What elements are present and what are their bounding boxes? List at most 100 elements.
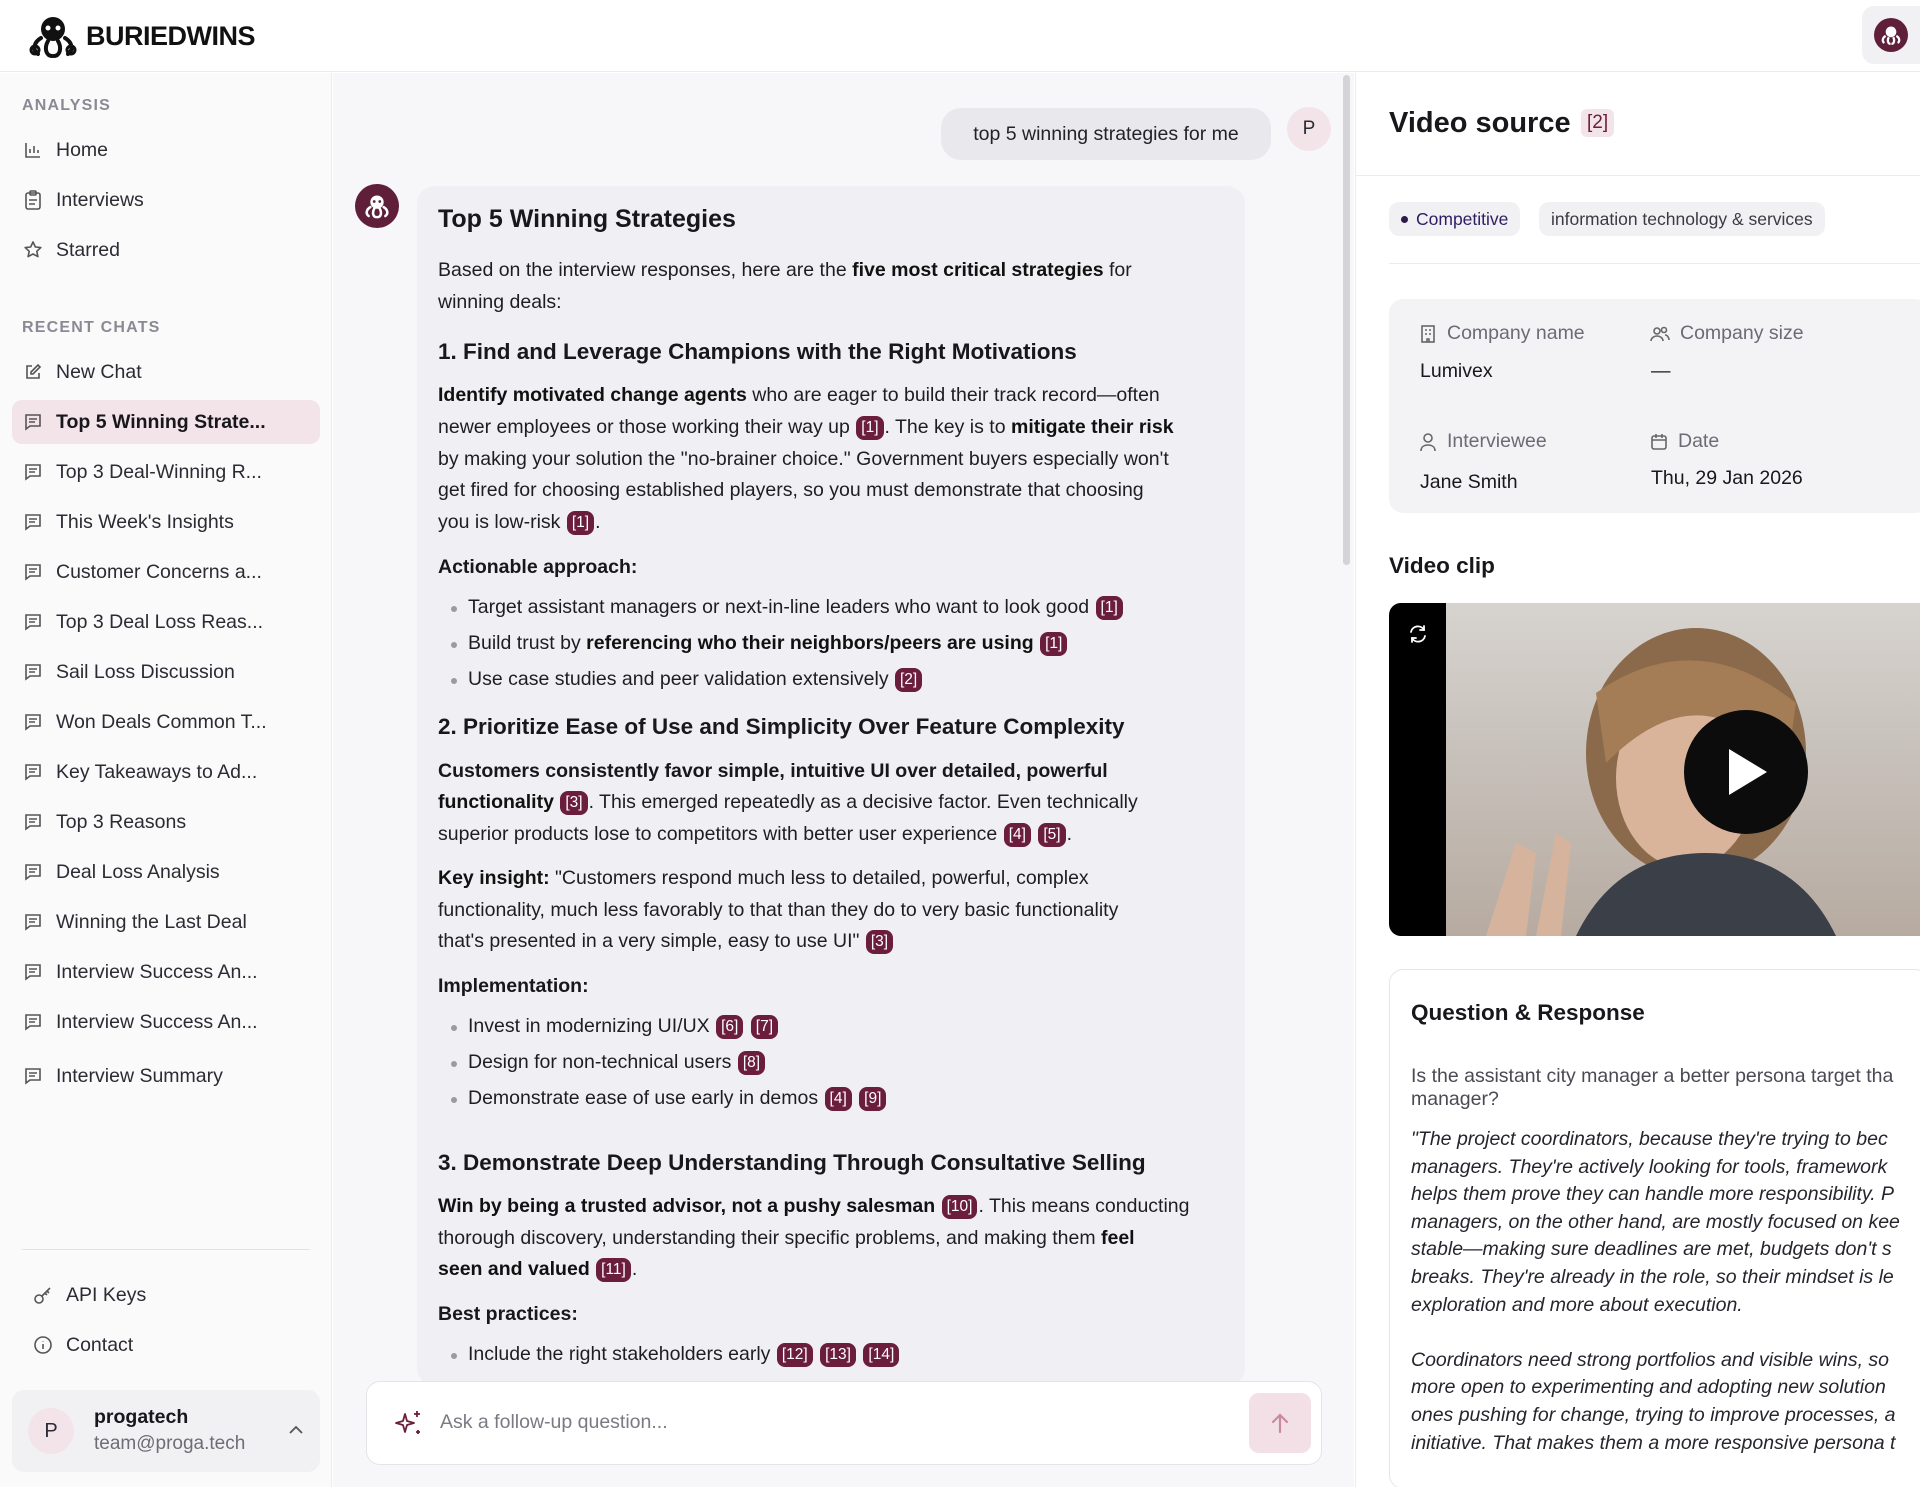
user-message-avatar: P: [1287, 107, 1331, 151]
paragraph-line: thorough discovery, understanding their …: [438, 1227, 1135, 1249]
chevron-up-icon: [288, 1422, 304, 1440]
api-keys-link[interactable]: API Keys: [22, 1273, 330, 1317]
paragraph-line: functionality, much less favorably to th…: [438, 899, 1119, 921]
recent-chat-item[interactable]: Interview Success An...: [12, 1000, 320, 1044]
citation-badge[interactable]: [5]: [1038, 823, 1066, 847]
recent-chat-label: This Week's Insights: [56, 510, 234, 533]
citation-badge[interactable]: [6]: [716, 1015, 744, 1039]
recent-chat-item[interactable]: Top 5 Winning Strate...: [12, 400, 320, 444]
recent-chat-item[interactable]: Top 3 Deal-Winning R...: [12, 450, 320, 494]
interview-response-line: breaks. They're already in the role, so …: [1411, 1266, 1894, 1288]
arrow-up-icon: [1271, 1413, 1289, 1434]
interview-question: Is the assistant city manager a better p…: [1411, 1065, 1894, 1110]
top-bar: BURIEDWINS: [0, 0, 1920, 72]
chat-scrollbar[interactable]: [1343, 75, 1350, 565]
recent-chat-label: Top 3 Reasons: [56, 810, 187, 833]
message-square-icon: [22, 661, 44, 683]
refresh-icon[interactable]: [1407, 623, 1429, 650]
interview-response-line: Coordinators need strong portfolios and …: [1411, 1348, 1890, 1371]
play-button[interactable]: [1684, 710, 1808, 834]
new-chat-button[interactable]: New Chat: [12, 350, 320, 394]
sparkle-icon: [393, 1408, 425, 1445]
date-value: Thu, 29 Jan 2026: [1651, 467, 1803, 489]
recent-chat-label: Winning the Last Deal: [56, 910, 247, 933]
key-icon: [32, 1284, 54, 1306]
recent-chat-item[interactable]: Deal Loss Analysis: [12, 850, 320, 894]
citation-badge[interactable]: [13]: [820, 1343, 856, 1367]
user-avatar: P: [28, 1408, 74, 1454]
nav-interviews[interactable]: Interviews: [12, 178, 320, 222]
recent-chat-item[interactable]: Top 3 Deal Loss Reas...: [12, 600, 320, 644]
citation-badge[interactable]: [1]: [1095, 596, 1123, 620]
citation-badge[interactable]: [2]: [895, 668, 923, 692]
panel-title: Video source: [1389, 107, 1571, 139]
person-icon: [1420, 432, 1436, 451]
citation-badge[interactable]: [11]: [596, 1258, 631, 1282]
contact-link[interactable]: Contact: [22, 1323, 330, 1367]
interview-response-line: initiative. That makes them a more respo…: [1411, 1431, 1896, 1454]
recent-chat-item[interactable]: This Week's Insights: [12, 500, 320, 544]
recent-chat-label: Top 5 Winning Strate...: [56, 410, 266, 433]
contact-label: Contact: [66, 1333, 134, 1356]
citation-badge[interactable]: [1]: [566, 511, 595, 535]
video-player[interactable]: [1389, 603, 1920, 936]
company-name-label: Company name: [1419, 322, 1585, 345]
subheading: Actionable approach:: [438, 556, 638, 578]
follow-up-input[interactable]: Ask a follow-up question...: [440, 1411, 668, 1434]
citation-badge[interactable]: [12]: [776, 1343, 813, 1367]
paragraph-line: by making your solution the "no-brainer …: [438, 448, 1169, 470]
nav-starred[interactable]: Starred: [12, 228, 320, 272]
recent-chat-item[interactable]: Top 3 Reasons: [12, 800, 320, 844]
octopus-avatar-icon: [1874, 18, 1908, 52]
sidebar-divider: [22, 1249, 310, 1250]
account-avatar-button[interactable]: [1862, 6, 1920, 64]
paragraph-line: seen and valued [11].: [438, 1258, 638, 1282]
question-response-card: Question & Response Is the assistant cit…: [1389, 969, 1920, 1487]
interview-metadata: Company name Lumivex Company size — Inte…: [1389, 299, 1920, 513]
recent-chat-item[interactable]: Sail Loss Discussion: [12, 650, 320, 694]
play-icon: [1729, 749, 1767, 795]
paragraph-line: superior products lose to competitors wi…: [438, 823, 1073, 847]
send-button[interactable]: [1249, 1393, 1311, 1453]
section-heading: 1. Find and Leverage Champions with the …: [438, 339, 1077, 364]
message-square-icon: [22, 761, 44, 783]
message-square-icon: [22, 1065, 44, 1087]
interview-response-line: managers, on the other hand, are mostly …: [1411, 1210, 1900, 1233]
star-icon: [22, 239, 44, 261]
message-square-icon: [22, 611, 44, 633]
citation-badge[interactable]: [3]: [865, 930, 894, 954]
bullet-item: Design for non-technical users [8]: [468, 1051, 766, 1075]
recent-chat-item[interactable]: Customer Concerns a...: [12, 550, 320, 594]
citation-badge[interactable]: [4]: [1003, 823, 1031, 847]
interview-response-line: managers. They're actively looking for t…: [1411, 1155, 1888, 1178]
citation-badge[interactable]: [7]: [750, 1015, 778, 1039]
answer-intro-line: winning deals:: [438, 291, 562, 313]
recent-chat-item[interactable]: Won Deals Common T...: [12, 700, 320, 744]
paragraph-line: Win by being a trusted advisor, not a pu…: [438, 1195, 1190, 1219]
citation-badge[interactable]: [3]: [560, 791, 588, 815]
bullet-item: Build trust by referencing who their nei…: [468, 632, 1068, 656]
recent-chat-label: Won Deals Common T...: [56, 710, 267, 733]
citation-badge[interactable]: [1]: [856, 416, 884, 440]
message-square-icon: [22, 911, 44, 933]
citation-badge[interactable]: [9]: [859, 1087, 887, 1111]
recent-chat-label: Interview Success An...: [56, 1010, 258, 1033]
recent-chat-item[interactable]: Winning the Last Deal: [12, 900, 320, 944]
citation-badge[interactable]: [4]: [824, 1087, 852, 1111]
recent-chat-item[interactable]: Interview Success An...: [12, 950, 320, 994]
octopus-logo-icon: [29, 17, 77, 58]
follow-up-composer[interactable]: Ask a follow-up question...: [366, 1381, 1322, 1465]
citation-badge[interactable]: [14]: [863, 1343, 900, 1367]
user-email: team@proga.tech: [94, 1433, 246, 1454]
recent-chat-item[interactable]: Interview Summary: [12, 1054, 320, 1098]
logo[interactable]: BURIEDWINS: [26, 12, 256, 60]
building-icon: [1421, 324, 1435, 343]
citation-badge[interactable]: [10]: [941, 1195, 978, 1219]
user-menu[interactable]: P progatech team@proga.tech: [12, 1390, 320, 1472]
recent-chat-item[interactable]: Key Takeaways to Ad...: [12, 750, 320, 794]
paragraph-line: Identify motivated change agents who are…: [438, 384, 1160, 406]
nav-home[interactable]: Home: [12, 128, 320, 172]
section-heading: 2. Prioritize Ease of Use and Simplicity…: [438, 714, 1125, 739]
citation-badge[interactable]: [1]: [1040, 632, 1068, 656]
citation-badge[interactable]: [8]: [737, 1051, 766, 1075]
